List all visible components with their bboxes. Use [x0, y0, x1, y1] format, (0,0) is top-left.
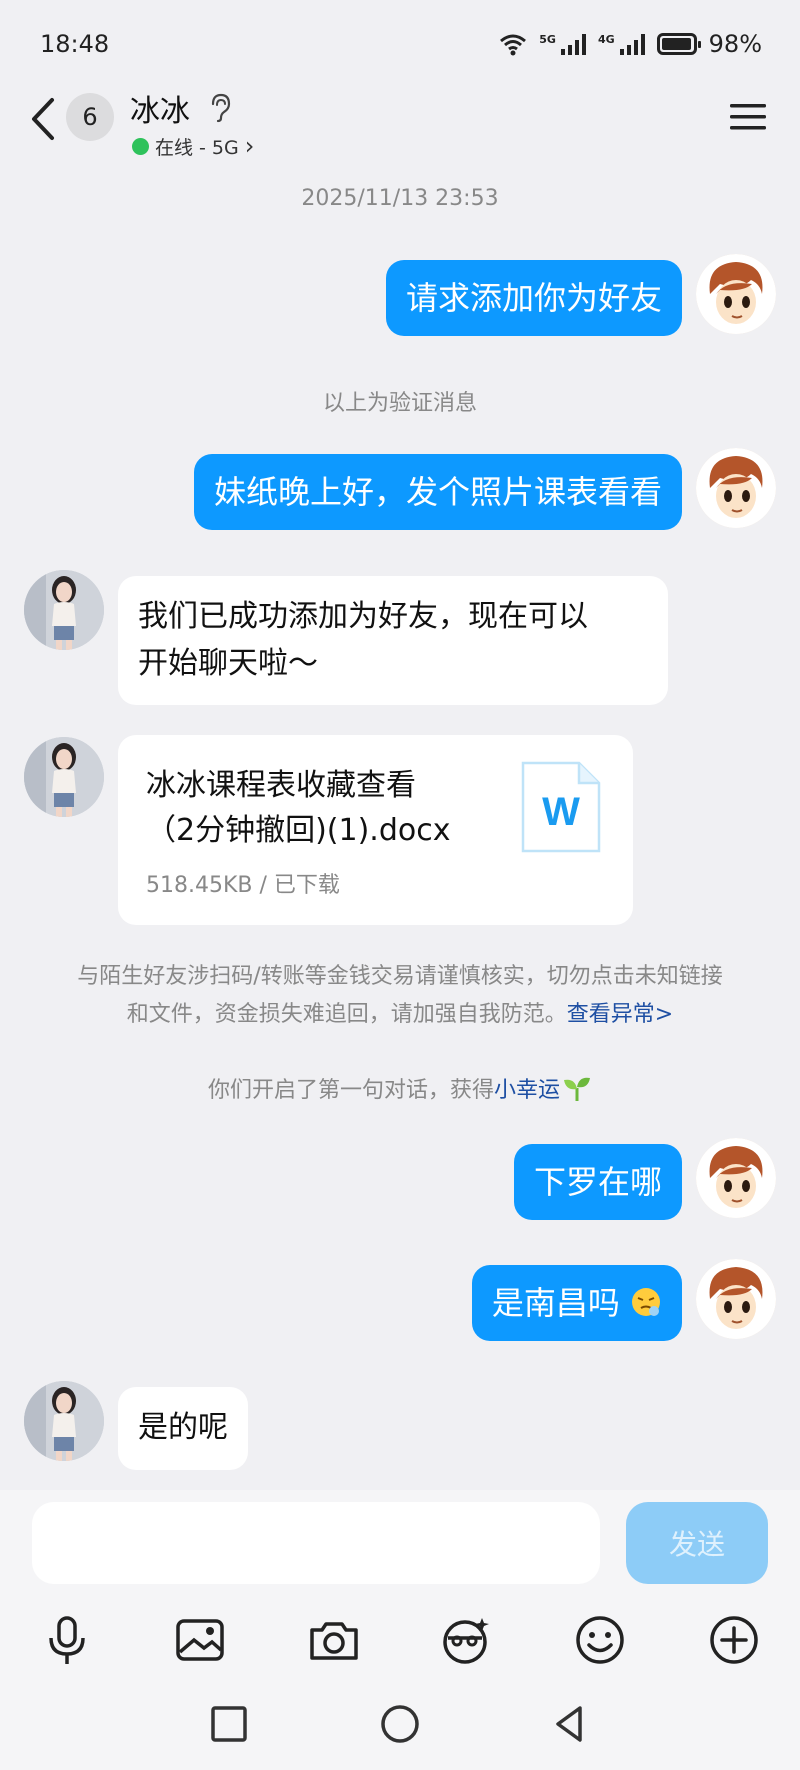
lucky-message: 你们开启了第一句对话，获得小幸运 — [0, 1072, 800, 1104]
message-bubble-outgoing[interactable]: 请求添加你为好友 — [385, 260, 682, 336]
online-dot — [132, 137, 149, 155]
thinking-emoji-icon — [632, 1288, 660, 1316]
back-icon[interactable] — [24, 94, 64, 144]
system-message: 以上为验证消息 — [322, 391, 477, 416]
message-line: 开始聊天啦～ — [138, 645, 318, 681]
wifi-icon — [500, 34, 527, 56]
security-warning: 与陌生好友涉扫码/转账等金钱交易请谨慎核实，切勿点击未知链接 和文件，资金损失难… — [40, 958, 760, 1034]
message-bubble-incoming[interactable]: 是的呢 — [118, 1387, 248, 1470]
image-icon[interactable] — [172, 1612, 228, 1668]
status-icons: 5G 4G 98% — [499, 30, 762, 58]
mic-icon[interactable] — [39, 1612, 95, 1668]
view-abnormal-link[interactable]: 查看异常> — [567, 1002, 673, 1027]
message-line: 我们已成功添加为好友，现在可以 — [138, 599, 588, 634]
emoji-icon[interactable] — [572, 1612, 628, 1668]
recent-apps-icon[interactable] — [207, 1702, 251, 1746]
lucky-text: 你们开启了第一句对话，获得 — [207, 1078, 494, 1103]
file-name-line: （2分钟撤回)(1).docx — [146, 813, 451, 848]
message-text: 是南昌吗 — [491, 1284, 620, 1322]
message-bubble-outgoing[interactable]: 是南昌吗 — [471, 1265, 682, 1341]
send-button[interactable]: 发送 — [626, 1502, 768, 1584]
warning-text: 和文件，资金损失难追回，请加强自我防范。 — [126, 1002, 567, 1027]
my-avatar[interactable] — [696, 448, 776, 528]
contact-name[interactable]: 冰冰 — [130, 86, 190, 130]
camera-icon[interactable] — [306, 1612, 362, 1668]
my-avatar[interactable] — [696, 1138, 776, 1218]
input-toolbar — [0, 1612, 800, 1672]
clock: 18:48 — [40, 30, 110, 58]
message-bubble-outgoing[interactable]: 下罗在哪 — [513, 1144, 682, 1220]
file-name: 冰冰课程表收藏查看 （2分钟撤回)(1).docx — [146, 763, 476, 853]
plus-icon[interactable] — [706, 1612, 762, 1668]
my-avatar[interactable] — [696, 254, 776, 334]
signal-4g-icon: 4G — [598, 33, 645, 55]
contact-avatar[interactable] — [24, 737, 104, 817]
home-icon[interactable] — [378, 1702, 422, 1746]
message-bubble-outgoing[interactable]: 妹纸晚上好，发个照片课表看看 — [193, 454, 682, 530]
chevron-right-icon: › — [244, 132, 255, 160]
system-nav-bar — [0, 1680, 800, 1770]
word-doc-letter: W — [542, 790, 580, 834]
unread-count-badge[interactable]: 6 — [66, 93, 114, 141]
message-bubble-incoming[interactable]: 我们已成功添加为好友，现在可以 开始聊天啦～ — [118, 576, 668, 705]
chat-timestamp: 2025/11/13 23:53 — [301, 186, 499, 211]
file-message-card[interactable]: 冰冰课程表收藏查看 （2分钟撤回)(1).docx 518.45KB / 已下载… — [118, 735, 633, 925]
menu-icon[interactable] — [728, 100, 768, 134]
chat-header: 6 冰冰 在线 - 5G › — [0, 80, 800, 162]
online-status[interactable]: 在线 - 5G › — [132, 132, 254, 160]
file-name-line: 冰冰课程表收藏查看 — [146, 768, 416, 803]
online-status-text: 在线 - 5G — [155, 136, 239, 159]
warning-line: 和文件，资金损失难追回，请加强自我防范。查看异常> — [40, 996, 760, 1034]
contact-avatar[interactable] — [24, 570, 104, 650]
sprout-icon — [564, 1077, 591, 1101]
status-bar: 18:48 5G 4G 98% — [0, 0, 800, 88]
input-area: 发送 — [0, 1490, 800, 1680]
lucky-link[interactable]: 小幸运 — [494, 1078, 560, 1103]
my-avatar[interactable] — [696, 1259, 776, 1339]
sticker-icon[interactable] — [438, 1612, 494, 1668]
signal-5g-icon: 5G — [539, 33, 586, 55]
back-nav-icon[interactable] — [548, 1702, 592, 1746]
word-doc-icon: W — [521, 761, 601, 853]
ear-icon[interactable] — [208, 92, 232, 124]
file-meta: 518.45KB / 已下载 — [146, 873, 340, 898]
battery-percent: 98% — [708, 30, 762, 58]
contact-avatar[interactable] — [24, 1381, 104, 1461]
battery-icon — [656, 33, 701, 55]
warning-line: 与陌生好友涉扫码/转账等金钱交易请谨慎核实，切勿点击未知链接 — [77, 964, 723, 989]
message-input[interactable] — [32, 1502, 600, 1584]
